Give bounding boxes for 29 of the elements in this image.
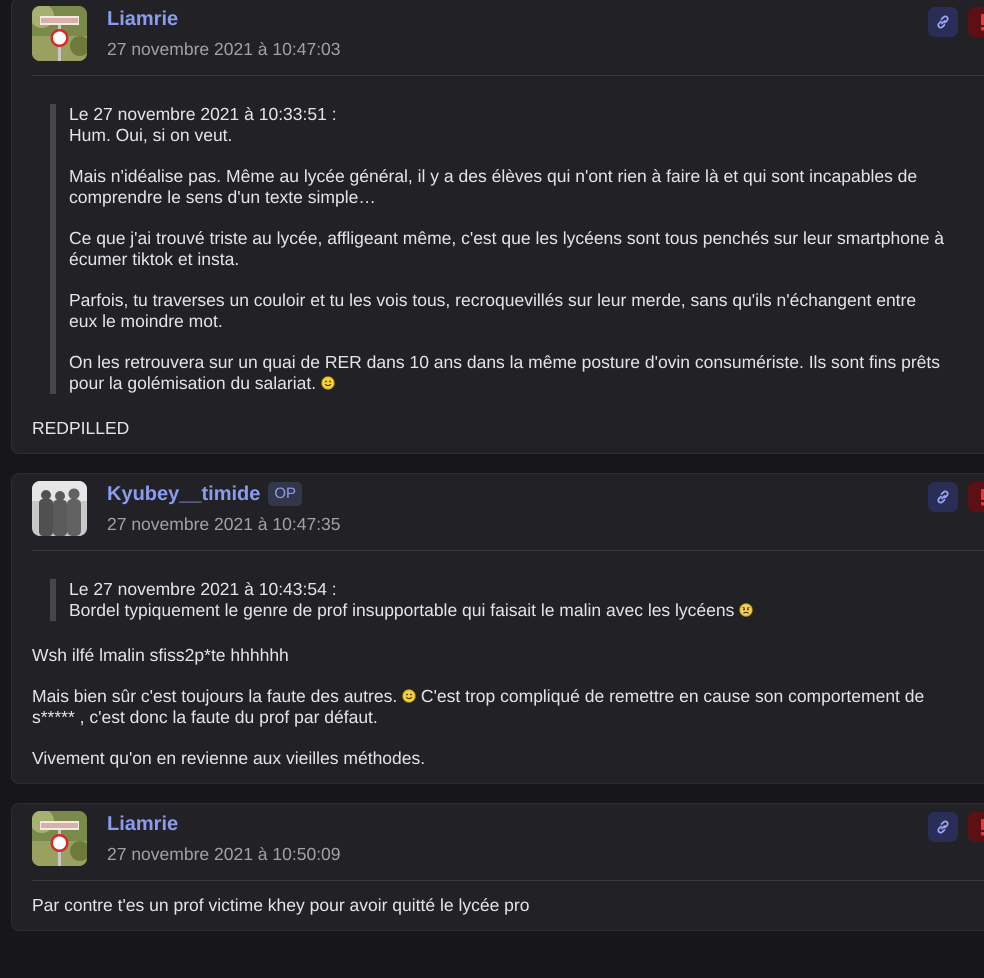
- post-paragraph: Bordel typiquement le genre de prof insupportable qui faisait le malin avec les lycéens: [69, 600, 948, 621]
- link-icon: [935, 14, 951, 30]
- author-name[interactable]: Liamrie: [107, 7, 178, 31]
- post-paragraph: REDPILLED: [32, 418, 130, 439]
- permalink-button[interactable]: [928, 812, 958, 842]
- author-name[interactable]: Kyubey__timide: [107, 482, 260, 506]
- permalink-button[interactable]: [928, 7, 958, 37]
- post-paragraph: Mais n'idéalise pas. Même au lycée général, il y a des élèves qui n'ont rien à faire là et qui sont incapables de comprendre le sens d'un texte simple…: [69, 166, 918, 208]
- worried-face-icon: [739, 603, 754, 617]
- link-icon: [935, 489, 951, 505]
- op-badge: OP: [268, 482, 302, 506]
- quote-header: Le 27 novembre 2021 à 10:43:54 :: [69, 579, 338, 600]
- post-paragraph: Mais bien sûr c'est toujours la faute des autres. C'est trop compliqué de remettre en cause son comportement de s***** , c'est donc la faute du prof par défaut.: [32, 686, 926, 728]
- quote-header: Le 27 novembre 2021 à 10:33:51 :: [69, 104, 338, 125]
- smiley-icon: [320, 376, 335, 390]
- permalink-button[interactable]: [928, 482, 958, 512]
- post-date: 27 novembre 2021 à 10:47:03: [107, 38, 341, 60]
- post-paragraph: Wsh ilfé lmalin sfiss2p*te hhhhhh: [32, 645, 290, 666]
- post-paragraph: Parfois, tu traverses un couloir et tu les vois tous, recroquevillés sur leur merde, sans qu'ils n'échangent entre eux le moindre mot.: [69, 290, 918, 332]
- author-name[interactable]: Liamrie: [107, 812, 178, 836]
- link-icon: [935, 819, 951, 835]
- post-paragraph: Hum. Oui, si on veut.: [69, 125, 234, 146]
- post-date: 27 novembre 2021 à 10:50:09: [107, 843, 341, 865]
- post-paragraph: Par contre t'es un prof victime khey pour avoir quitté le lycée pro: [32, 895, 530, 916]
- post-paragraph: Ce que j'ai trouvé triste au lycée, affligeant même, c'est que les lycéens sont tous penchés sur leur smartphone à écumer tiktok et insta.: [69, 228, 946, 270]
- smiley-icon: [402, 689, 416, 703]
- post-paragraph: Vivement qu'on en revienne aux vieilles méthodes.: [32, 748, 426, 769]
- post-paragraph: On les retrouvera sur un quai de RER dans 10 ans dans la même posture d'ovin consumériste. Ils sont fins prêts pour la golémisation du salariat.: [69, 352, 942, 394]
- post-date: 27 novembre 2021 à 10:47:35: [107, 513, 341, 535]
